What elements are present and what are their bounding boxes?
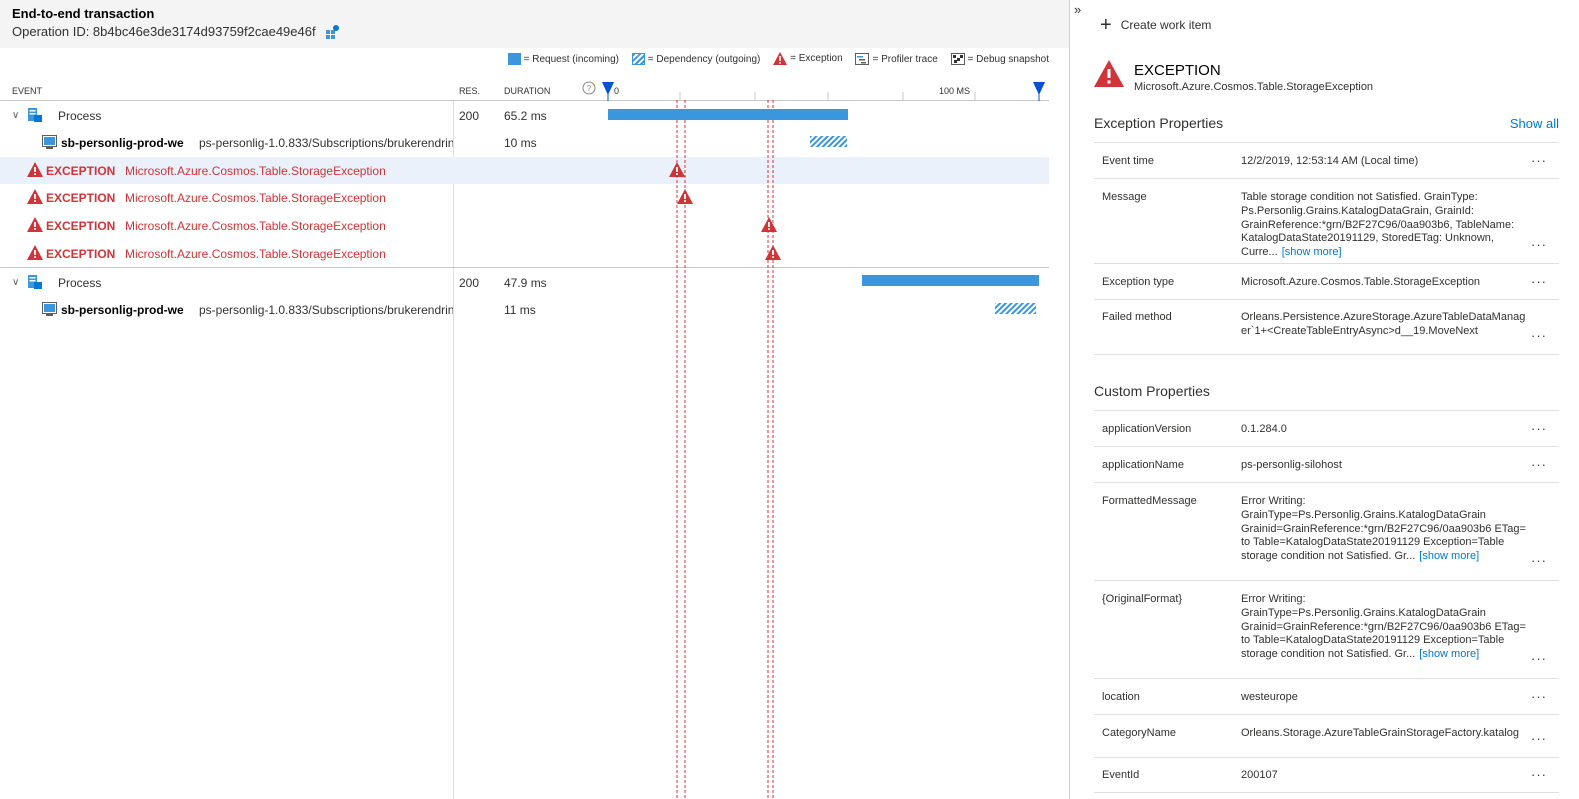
more-icon[interactable]: ···	[1531, 457, 1547, 472]
request-swatch	[507, 53, 521, 65]
property-key: location	[1102, 691, 1140, 703]
show-all-link[interactable]: Show all	[1510, 116, 1559, 131]
show-more-link[interactable]: [show more]	[1419, 550, 1479, 562]
property-value: 12/2/2019, 12:53:14 AM (Local time)	[1241, 155, 1419, 167]
range-handle-end[interactable]	[1033, 82, 1045, 101]
legend-request: = Request (incoming)	[507, 53, 619, 65]
tick-marks	[679, 92, 976, 100]
exception-marker-icon[interactable]	[761, 217, 777, 232]
property-key: {OriginalFormat}	[1102, 593, 1183, 605]
property-value: Error Writing: GrainType=Ps.Personlig.Gr…	[1241, 593, 1526, 661]
dependency-bar[interactable]	[995, 303, 1036, 314]
more-icon[interactable]: ···	[1531, 731, 1547, 746]
property-key: Event time	[1102, 155, 1154, 167]
property-value: Orleans.Persistence.AzureStorage.AzureTa…	[1241, 311, 1526, 337]
property-value: 0.1.284.0	[1241, 423, 1287, 435]
exception-marker-icon[interactable]	[765, 245, 781, 260]
request-bar[interactable]	[608, 109, 848, 120]
property-row: Exception type Microsoft.Azure.Cosmos.Ta…	[1094, 263, 1559, 299]
property-value: westeurope	[1241, 691, 1298, 703]
property-row: location westeurope ···	[1094, 678, 1559, 714]
exception-icon	[1094, 60, 1124, 87]
transaction-pane: End-to-end transaction Operation ID: 8b4…	[0, 0, 1069, 799]
plus-icon: +	[1100, 14, 1112, 36]
exception-title: EXCEPTION	[1134, 62, 1221, 79]
property-key: applicationName	[1102, 459, 1184, 471]
property-key: Failed method	[1102, 311, 1172, 323]
property-row: Message Table storage condition not Sati…	[1094, 178, 1559, 263]
custom-properties-title: Custom Properties	[1094, 383, 1210, 399]
property-value: Microsoft.Azure.Cosmos.Table.StorageExce…	[1241, 276, 1481, 288]
expand-icon[interactable]: »	[1074, 2, 1081, 17]
exception-subtitle: Microsoft.Azure.Cosmos.Table.StorageExce…	[1134, 81, 1374, 93]
more-icon[interactable]: ···	[1531, 153, 1547, 168]
property-key: Message	[1102, 191, 1147, 203]
property-value: ps-personlig-silohost	[1241, 459, 1342, 471]
legend-profiler: = Profiler trace	[855, 53, 938, 65]
help-icon[interactable]: ?	[582, 81, 596, 95]
transaction-header: End-to-end transaction Operation ID: 8b4…	[0, 0, 1069, 48]
exception-properties-title: Exception Properties	[1094, 115, 1224, 131]
more-icon[interactable]: ···	[1531, 553, 1547, 568]
property-row: Event time 12/2/2019, 12:53:14 AM (Local…	[1094, 142, 1559, 178]
property-row: CategoryName Orleans.Storage.AzureTableG…	[1094, 714, 1559, 757]
create-work-item-button[interactable]: + Create work item	[1100, 14, 1211, 36]
legend-exception: = Exception	[773, 52, 843, 65]
property-row: applicationVersion 0.1.284.0 ···	[1094, 410, 1559, 446]
property-key: applicationVersion	[1102, 423, 1192, 435]
property-value: Table storage condition not Satisfied. G…	[1241, 191, 1515, 259]
exception-markers	[676, 100, 774, 799]
more-icon[interactable]: ···	[1531, 328, 1547, 343]
legend: = Request (incoming) = Dependency (outgo…	[0, 52, 1049, 70]
property-key: FormattedMessage	[1102, 495, 1197, 507]
more-icon[interactable]: ···	[1531, 651, 1547, 666]
page-title: End-to-end transaction	[12, 6, 155, 21]
profiler-trace-icon	[855, 53, 870, 65]
copy-icon[interactable]	[325, 25, 340, 42]
property-row: FormattedMessage Error Writing: GrainTyp…	[1094, 482, 1559, 580]
more-icon[interactable]: ···	[1531, 274, 1547, 289]
exception-marker-icon[interactable]	[677, 189, 693, 204]
property-row: EventId 200107 ···	[1094, 757, 1559, 793]
legend-dependency: = Dependency (outgoing)	[631, 53, 760, 65]
timeline: ?	[582, 81, 1045, 799]
exception-marker-icon[interactable]	[669, 162, 685, 177]
property-key: EventId	[1102, 769, 1140, 781]
show-more-link[interactable]: [show more]	[1282, 246, 1342, 258]
more-icon[interactable]: ···	[1531, 689, 1547, 704]
details-pane: » + Create work item EXCEPTION Microsoft…	[1070, 0, 1579, 799]
debug-snapshot-icon	[950, 53, 965, 65]
property-value: Error Writing: GrainType=Ps.Personlig.Gr…	[1241, 495, 1526, 563]
property-row: Failed method Orleans.Persistence.AzureS…	[1094, 299, 1559, 355]
dependency-bar[interactable]	[810, 136, 847, 147]
property-row: {OriginalFormat} Error Writing: GrainTyp…	[1094, 580, 1559, 678]
dependency-swatch	[631, 53, 645, 65]
svg-text:?: ?	[587, 84, 592, 93]
more-icon[interactable]: ···	[1531, 237, 1547, 252]
operation-id-line: Operation ID: 8b4bc46e3de3174d93759f2cae…	[12, 24, 340, 42]
property-value: Orleans.Storage.AzureTableGrainStorageFa…	[1241, 727, 1519, 739]
request-bar[interactable]	[862, 275, 1039, 286]
range-handle-start[interactable]	[602, 82, 614, 101]
operation-id: Operation ID: 8b4bc46e3de3174d93759f2cae…	[12, 24, 316, 39]
show-more-link[interactable]: [show more]	[1419, 648, 1479, 660]
more-icon[interactable]: ···	[1531, 421, 1547, 436]
property-key: Exception type	[1102, 276, 1175, 288]
property-value: 200107	[1241, 769, 1278, 781]
property-key: CategoryName	[1102, 727, 1176, 739]
legend-snapshot: = Debug snapshot	[950, 53, 1049, 65]
property-row: applicationName ps-personlig-silohost ··…	[1094, 446, 1559, 482]
exception-icon	[773, 52, 788, 65]
more-icon[interactable]: ···	[1531, 767, 1547, 782]
